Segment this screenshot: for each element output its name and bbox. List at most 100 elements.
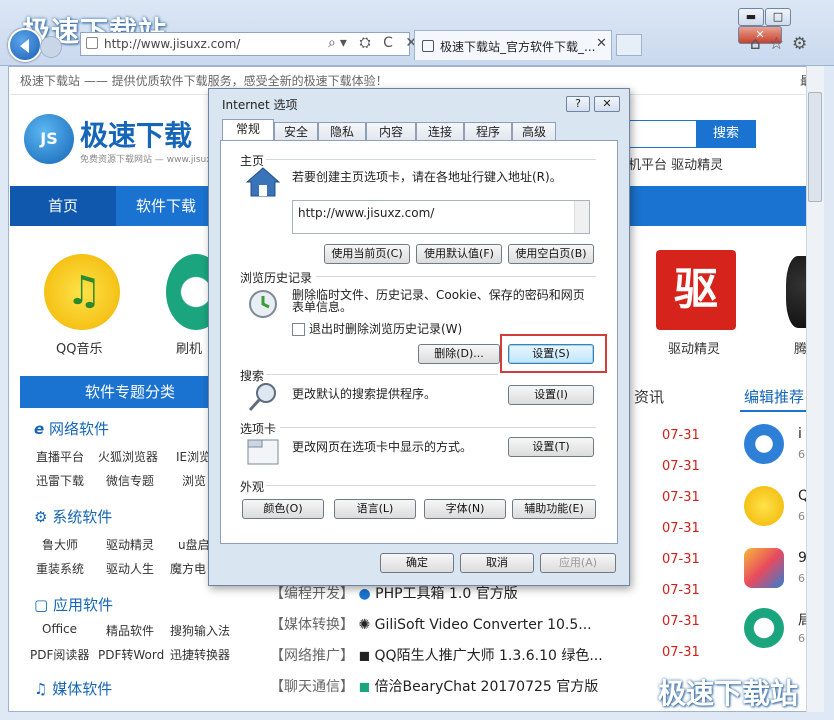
cat-link[interactable]: 直播平台 (36, 448, 84, 465)
news-category[interactable]: 【聊天通信】 (270, 679, 354, 695)
news-title[interactable]: 倍洽BearyChat 20170725 官方版 (375, 679, 599, 695)
dialog-close-button[interactable]: ✕ (594, 96, 620, 112)
search-settings-button[interactable]: 设置(I) (508, 385, 594, 405)
side-title[interactable]: i (798, 426, 802, 442)
cat-title[interactable]: 应用软件 (53, 596, 113, 614)
cat-link[interactable]: 魔方电 (170, 560, 206, 577)
use-default-button[interactable]: 使用默认值(F) (416, 244, 502, 264)
site-search-button[interactable]: 搜索 (696, 120, 756, 148)
app-label[interactable]: QQ音乐 (56, 338, 102, 357)
cat-title[interactable]: 网络软件 (49, 420, 109, 438)
qq-music-icon[interactable] (44, 254, 120, 330)
news-title[interactable]: GiliSoft Video Converter 10.5... (375, 617, 592, 633)
site-search-input[interactable] (620, 120, 696, 148)
address-url[interactable]: http://www.jisuxz.com/ (104, 37, 240, 51)
cat-title[interactable]: 媒体软件 (52, 680, 112, 698)
tab-advanced[interactable]: 高级 (512, 122, 556, 142)
tabs-window-icon (246, 436, 280, 471)
cancel-button[interactable]: 取消 (460, 553, 534, 573)
tab-title[interactable]: 极速下载站_官方软件下载_... (440, 38, 595, 55)
news-category[interactable]: 【媒体转换】 (270, 617, 354, 633)
cat-link[interactable]: 微信专题 (106, 472, 154, 489)
cat-link[interactable]: 驱动人生 (106, 560, 154, 577)
tab-programs[interactable]: 程序 (464, 122, 512, 142)
cat-link[interactable]: 重装系统 (36, 560, 84, 577)
app-icon[interactable] (744, 548, 784, 588)
delete-on-exit-checkbox[interactable] (292, 323, 305, 336)
tab-security[interactable]: 安全 (274, 122, 318, 142)
video-icon: ✺ (358, 617, 371, 633)
cat-link[interactable]: 驱动精灵 (106, 536, 154, 553)
colors-button[interactable]: 颜色(O) (242, 499, 324, 519)
site-logo-icon[interactable]: JS (24, 114, 74, 164)
news-row[interactable]: 【聊天通信】 ◼ 倍洽BearyChat 20170725 官方版 (270, 676, 598, 696)
site-logo-text[interactable]: 极速下载 (80, 114, 192, 154)
news-category[interactable]: 【编程开发】 (270, 586, 354, 602)
use-blank-button[interactable]: 使用空白页(B) (508, 244, 594, 264)
help-button[interactable]: ? (566, 96, 590, 112)
cat-link[interactable]: 迅雷下载 (36, 472, 84, 489)
use-current-button[interactable]: 使用当前页(C) (324, 244, 410, 264)
cat-apps-heading[interactable]: ▢ 应用软件 (34, 594, 113, 615)
news-title[interactable]: PHP工具箱 1.0 官方版 (375, 586, 518, 602)
tab-privacy[interactable]: 隐私 (318, 122, 366, 142)
site-logo-sub: 免费资源下载网站 — www.jisuxz (80, 155, 217, 165)
home-star-gear-icons[interactable]: ⌂☆⚙ (750, 34, 815, 54)
minimize-button[interactable]: ▬ (738, 8, 764, 26)
news-category[interactable]: 【网络推广】 (270, 648, 354, 664)
cat-media-heading[interactable]: ♫ 媒体软件 (34, 678, 112, 699)
new-tab-button[interactable] (616, 34, 642, 56)
news-row[interactable]: 【网络推广】 ◼ QQ陌生人推广大师 1.3.6.10 绿色... (270, 645, 603, 665)
tab-general[interactable]: 常规 (222, 119, 274, 142)
tabs-settings-button[interactable]: 设置(T) (508, 437, 594, 457)
cat-link[interactable]: IE浏览 (176, 448, 211, 465)
tab-close-icon[interactable]: ✕ (596, 36, 607, 51)
php-icon: ● (358, 586, 371, 602)
qq-music-icon[interactable] (744, 486, 784, 526)
back-button[interactable] (8, 28, 42, 62)
scrollbar-thumb[interactable] (808, 92, 822, 202)
news-title[interactable]: QQ陌生人推广大师 1.3.6.10 绿色... (375, 648, 603, 664)
app-label[interactable]: 刷机 (176, 338, 202, 357)
forward-button[interactable] (40, 36, 62, 58)
ok-button[interactable]: 确定 (380, 553, 454, 573)
delete-on-exit-label[interactable]: 退出时删除浏览历史记录(W) (309, 323, 462, 336)
cat-link[interactable]: PDF阅读器 (30, 646, 89, 663)
maximize-button[interactable]: □ (765, 8, 791, 26)
editor-pick-heading[interactable]: 编辑推荐 (744, 386, 804, 407)
tab-connections[interactable]: 连接 (416, 122, 464, 142)
address-tools[interactable]: ⌕▾ ⛭ C ✕ (328, 35, 421, 51)
news-row[interactable]: 【媒体转换】 ✺ GiliSoft Video Converter 10.5..… (270, 614, 592, 634)
tab-content[interactable]: 内容 (366, 122, 416, 142)
cat-link[interactable]: 精品软件 (106, 622, 154, 639)
cat-link[interactable]: PDF转Word (98, 646, 164, 663)
cat-link[interactable]: Office (42, 622, 77, 636)
music-icon: ♫ (34, 680, 48, 698)
app-label[interactable]: 驱动精灵 (668, 338, 720, 357)
driver-genius-icon[interactable]: 驱 (656, 250, 736, 330)
nav-software[interactable]: 软件下载 (136, 186, 196, 226)
apply-button[interactable]: 应用(A) (540, 553, 616, 573)
cat-link[interactable]: 浏览 (182, 472, 206, 489)
cat-title[interactable]: 系统软件 (52, 508, 112, 526)
news-row[interactable]: 【编程开发】 ● PHP工具箱 1.0 官方版 (270, 583, 518, 603)
iqiyi-icon[interactable] (744, 424, 784, 464)
textarea-scrollbar[interactable] (574, 201, 589, 233)
cat-link[interactable]: u盘启 (178, 536, 210, 553)
cat-network-heading[interactable]: e 网络软件 (34, 418, 109, 439)
cat-link[interactable]: 鲁大师 (42, 536, 78, 553)
delete-history-button[interactable]: 删除(D)... (418, 344, 500, 364)
news-heading[interactable]: 资讯 (634, 386, 664, 407)
cat-link[interactable]: 搜狗输入法 (170, 622, 230, 639)
cat-link[interactable]: 迅捷转换器 (170, 646, 230, 663)
home-page-url[interactable]: http://www.jisuxz.com/ (298, 206, 434, 220)
news-date: 07-31 (662, 459, 700, 474)
cat-link[interactable]: 火狐浏览器 (98, 448, 158, 465)
languages-button[interactable]: 语言(L) (334, 499, 416, 519)
shield-icon[interactable] (744, 608, 784, 648)
nav-home[interactable]: 首页 (10, 186, 116, 226)
accessibility-button[interactable]: 辅助功能(E) (512, 499, 596, 519)
hot-links[interactable]: 机平台 驱动精灵 (628, 154, 723, 173)
fonts-button[interactable]: 字体(N) (424, 499, 506, 519)
cat-system-heading[interactable]: ⚙ 系统软件 (34, 506, 112, 527)
